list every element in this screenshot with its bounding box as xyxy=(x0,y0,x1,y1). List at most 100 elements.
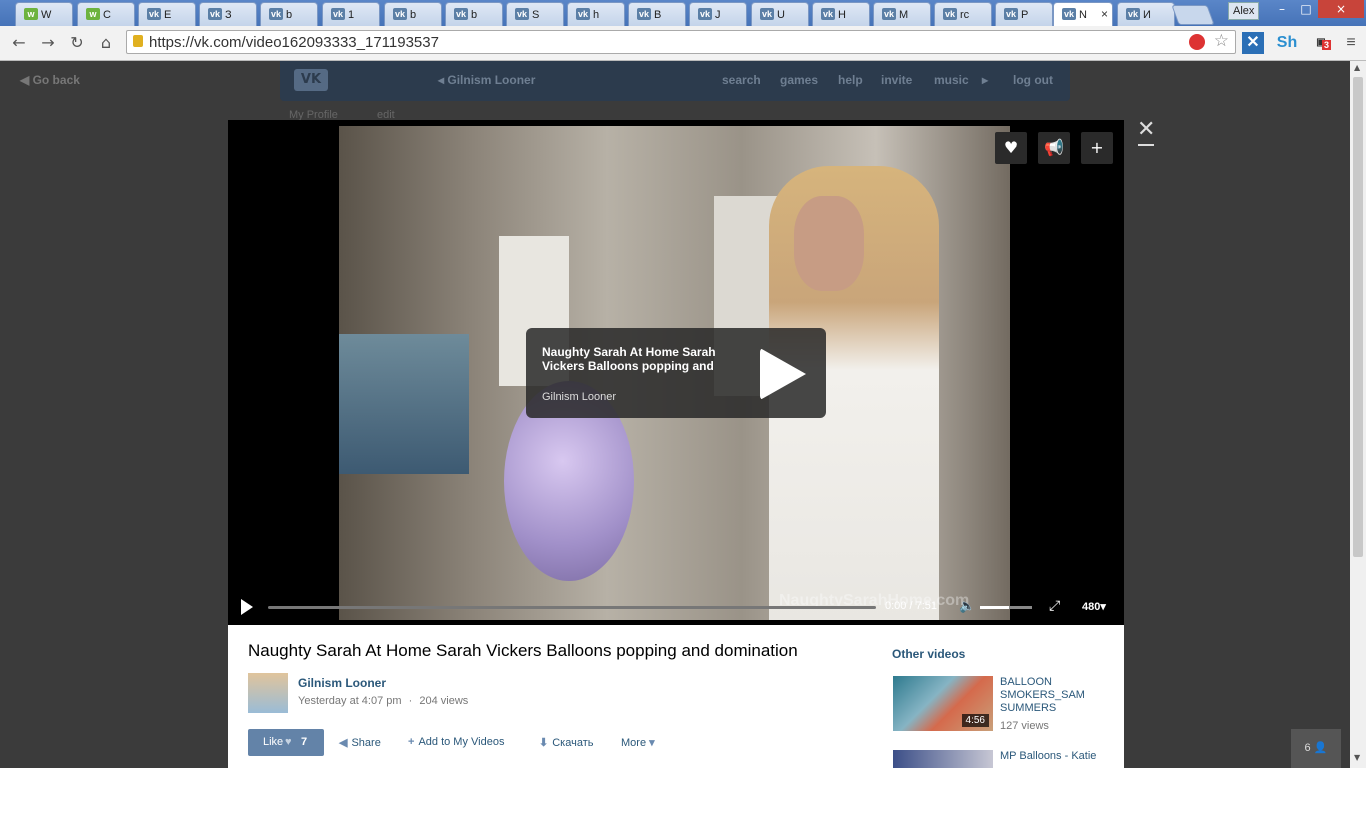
breadcrumb[interactable]: ◂ Gilnism Looner xyxy=(438,73,535,87)
modal-close-icon[interactable]: ✕ xyxy=(1137,117,1155,142)
reload-icon[interactable]: ↻ xyxy=(66,32,88,54)
page-scrollbar[interactable]: ▲ ▼ xyxy=(1350,61,1366,768)
address-bar[interactable]: https://vk.com/video162093333_171193537 … xyxy=(126,30,1236,54)
scroll-down-icon[interactable]: ▼ xyxy=(1354,753,1360,762)
green-app-icon: w xyxy=(86,8,100,20)
author-link[interactable]: Gilnism Looner xyxy=(298,676,386,690)
vk-icon: vk xyxy=(269,8,283,20)
chevron-down-icon: ▾ xyxy=(649,737,655,749)
vk-icon: vk xyxy=(1004,8,1018,20)
more-button[interactable]: More ▾ xyxy=(621,736,659,749)
maximize-button[interactable]: □ xyxy=(1294,0,1318,18)
add-label: Add to My Videos xyxy=(418,736,505,748)
nav-logout[interactable]: log out xyxy=(1013,73,1053,87)
browser-tab[interactable]: vk B xyxy=(628,2,686,26)
bookmark-star-icon[interactable]: ☆ xyxy=(1214,31,1229,51)
vk-icon: vk xyxy=(1062,8,1076,20)
quality-selector[interactable]: 480▾ xyxy=(1082,600,1106,613)
download-button[interactable]: ⬇ Скачать xyxy=(539,736,593,749)
add-to-videos-button[interactable]: + Add to My Videos xyxy=(408,736,504,748)
nav-invite[interactable]: invite xyxy=(881,73,912,87)
tab-title: З xyxy=(225,9,232,21)
nav-search[interactable]: search xyxy=(722,73,761,87)
new-tab-button[interactable] xyxy=(1171,5,1215,25)
browser-tab[interactable]: vk E xyxy=(138,2,196,26)
tab-title: C xyxy=(103,9,111,21)
forward-icon[interactable]: → xyxy=(37,32,59,54)
player-info-overlay[interactable]: Naughty Sarah At Home Sarah Vickers Ball… xyxy=(526,328,826,418)
play-icon[interactable] xyxy=(241,599,253,615)
like-label: Like xyxy=(263,736,284,748)
share-button[interactable]: ◀ Share xyxy=(339,736,381,749)
progress-bar[interactable] xyxy=(268,606,876,609)
browser-tab[interactable]: vk b xyxy=(384,2,442,26)
browser-tab[interactable]: vk N × xyxy=(1053,2,1113,27)
go-back-link[interactable]: ◀ Go back xyxy=(20,73,80,87)
browser-tab[interactable]: vk b xyxy=(260,2,318,26)
extension-sh[interactable]: Sh xyxy=(1272,32,1302,54)
modal-minimize-icon[interactable] xyxy=(1138,144,1154,146)
other-video-thumb-1[interactable]: 4:56 xyxy=(893,676,993,731)
adblock-icon[interactable] xyxy=(1189,34,1205,50)
page-bottom-area xyxy=(0,768,1366,821)
profile-name[interactable]: Alex xyxy=(1228,2,1260,20)
video-player[interactable]: NaughtySarahHome.com ♥ 📢 + Naughty Sarah… xyxy=(228,120,1124,625)
tab-close-icon[interactable]: × xyxy=(1101,7,1108,21)
browser-tab[interactable]: vk rc xyxy=(934,2,992,26)
browser-tab[interactable]: vk U xyxy=(751,2,809,26)
browser-tab[interactable]: wC xyxy=(77,2,135,26)
browser-tab[interactable]: vk S xyxy=(506,2,564,26)
vk-logo[interactable]: VK xyxy=(294,69,328,91)
like-count: 7 xyxy=(301,736,308,748)
tab-title: M xyxy=(899,9,909,21)
browser-tab[interactable]: vk M xyxy=(873,2,931,26)
browser-tab[interactable]: vk H xyxy=(812,2,870,26)
fullscreen-icon[interactable]: ⤢ xyxy=(1049,598,1060,614)
minimize-button[interactable]: – xyxy=(1270,0,1294,18)
lock-icon xyxy=(133,35,143,47)
nav-help[interactable]: help xyxy=(838,73,863,87)
browser-tab[interactable]: vk J xyxy=(689,2,747,26)
scroll-up-icon[interactable]: ▲ xyxy=(1354,63,1360,72)
url-text[interactable]: https://vk.com/video162093333_171193537 xyxy=(149,34,439,51)
tab-title: rc xyxy=(960,9,970,21)
nav-games[interactable]: games xyxy=(780,73,818,87)
extension-x-icon[interactable]: ✕ xyxy=(1242,32,1264,54)
tab-title: 1 xyxy=(348,9,355,21)
share-megaphone-icon[interactable]: 📢 xyxy=(1038,132,1070,164)
like-heart-icon[interactable]: ♥ xyxy=(995,132,1027,164)
big-play-icon[interactable] xyxy=(760,348,806,400)
posted-time[interactable]: Yesterday at 4:07 pm xyxy=(298,695,402,707)
browser-tab[interactable]: vk h xyxy=(567,2,625,26)
vk-icon: vk xyxy=(515,8,529,20)
tab-title: b xyxy=(471,9,478,21)
other-video-title-2[interactable]: MP Balloons - Katie xyxy=(1000,750,1096,762)
window-close-button[interactable]: × xyxy=(1318,0,1364,18)
more-label: More xyxy=(621,737,647,749)
browser-toolbar: ← → ↻ ⌂ https://vk.com/video162093333_17… xyxy=(0,26,1366,61)
menu-icon[interactable]: ≡ xyxy=(1340,32,1362,54)
quality-value: 480 xyxy=(1082,601,1101,613)
nav-music[interactable]: music xyxy=(934,73,969,87)
browser-tab[interactable]: vk И xyxy=(1117,2,1175,26)
avatar[interactable] xyxy=(248,673,288,713)
browser-tab[interactable]: vk b xyxy=(445,2,503,26)
extension-notify-icon[interactable]: ▣ 3 xyxy=(1308,32,1334,54)
go-back-label: Go back xyxy=(32,73,80,87)
browser-tab[interactable]: vk 1 xyxy=(322,2,380,26)
browser-tab[interactable]: wW xyxy=(15,2,73,26)
add-plus-icon[interactable]: + xyxy=(1081,132,1113,164)
home-icon[interactable]: ⌂ xyxy=(95,32,117,54)
video-modal: NaughtySarahHome.com ♥ 📢 + Naughty Sarah… xyxy=(228,120,1124,768)
like-button[interactable]: Like ♥ 7 xyxy=(248,729,324,756)
volume-icon[interactable]: 🔈 xyxy=(959,599,975,614)
back-icon[interactable]: ← xyxy=(8,32,30,54)
scrollbar-thumb[interactable] xyxy=(1353,77,1363,557)
online-friends-badge[interactable]: 6 👤 xyxy=(1291,729,1341,768)
browser-tab[interactable]: vk P xyxy=(995,2,1053,26)
other-video-thumb-2[interactable] xyxy=(893,750,993,768)
tab-title: H xyxy=(838,9,846,21)
nav-arrow-icon[interactable]: ▸ xyxy=(982,73,988,87)
browser-tab[interactable]: vk З xyxy=(199,2,257,26)
other-video-title-1[interactable]: BALLOON SMOKERS_SAM SUMMERS xyxy=(1000,676,1100,715)
